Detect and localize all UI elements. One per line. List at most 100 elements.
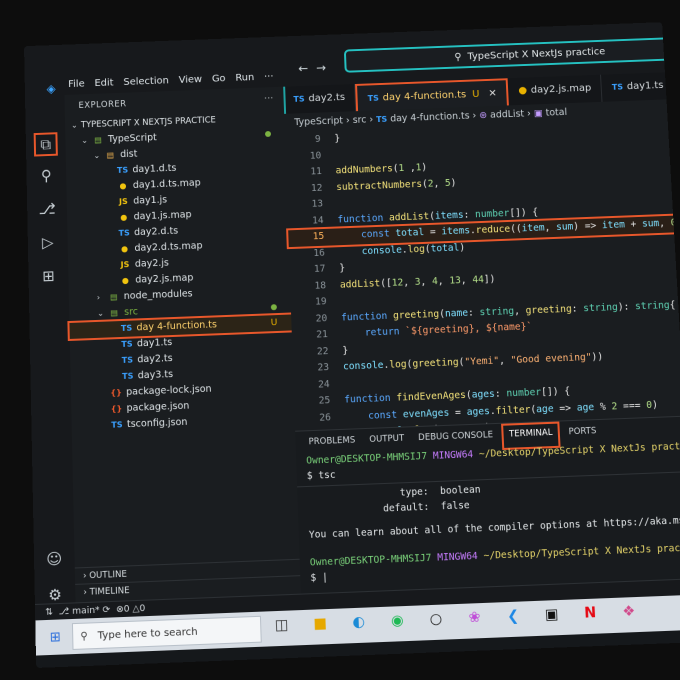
search-icon: ⚲ [454, 51, 462, 63]
chevron-down-icon: ⌄ [93, 151, 101, 161]
breadcrumb-typescript[interactable]: TypeScript [294, 116, 343, 129]
tree-item-label: day2.d.ts.map [134, 240, 203, 254]
typescript-file-icon: TS [367, 93, 379, 103]
file-explorer-icon[interactable]: ■ [310, 615, 331, 632]
chevron-right-icon: › [96, 292, 101, 303]
forward-arrow-icon[interactable]: → [316, 61, 334, 75]
tree-item-label: day1.js [133, 194, 168, 207]
windows-start-icon[interactable]: ⊞ [50, 630, 65, 646]
chevron-down-icon: ⌄ [97, 308, 105, 318]
json-file-icon: {} [110, 388, 122, 398]
search-icon[interactable]: ⚲ [36, 165, 56, 185]
bottom-panel: PROBLEMS OUTPUT DEBUG CONSOLE TERMINAL P… [295, 415, 680, 595]
more-actions-icon[interactable]: ··· [264, 87, 274, 111]
warning-count[interactable]: 0 [139, 604, 145, 615]
line-number: 19 [314, 296, 327, 308]
tree-item-label: src [124, 306, 139, 318]
vscode-taskbar-icon[interactable]: ❮ [503, 608, 524, 625]
menu-view[interactable]: View [179, 74, 203, 86]
tab-day2-js-map[interactable]: ● day2.js.map [507, 74, 603, 106]
tab-ports[interactable]: PORTS [563, 420, 602, 444]
tree-item-label: dist [120, 148, 138, 161]
breadcrumb-function[interactable]: addList [490, 109, 525, 121]
tab-debug-console[interactable]: DEBUG CONSOLE [413, 424, 499, 449]
line-number: 14 [311, 214, 324, 226]
extensions-icon[interactable]: ⊞ [38, 266, 58, 287]
menu-selection[interactable]: Selection [123, 76, 169, 88]
code-text: console.log(total) [361, 241, 466, 257]
tree-item-label: day2.ts [137, 353, 173, 366]
menu-more[interactable]: ··· [264, 72, 274, 83]
line-number: 20 [315, 312, 328, 325]
json-file-icon: {} [110, 404, 123, 414]
map-file-icon: ● [120, 212, 128, 222]
modified-dot-icon [264, 130, 272, 138]
netflix-icon[interactable]: N [580, 605, 601, 622]
code-text: subtractNumbers(2, 5) [336, 177, 457, 193]
node-folder-icon: ▤ [109, 292, 118, 302]
taskbar-search-placeholder: Type here to search [97, 626, 198, 642]
menu-run[interactable]: Run [235, 72, 254, 83]
error-count[interactable]: 0 [124, 604, 130, 615]
code-editor[interactable]: 9} 10 11 addNumbers(1 ,1) 12 subtractNumbers(… [284, 118, 680, 473]
explorer-title-label: EXPLORER [78, 99, 127, 111]
code-text: addNumbers(1 ,1) [335, 162, 428, 177]
breadcrumb-src[interactable]: src [353, 115, 367, 126]
tab-problems[interactable]: PROBLEMS [303, 429, 361, 453]
variable-symbol-icon: ▣ [533, 108, 543, 120]
line-number: 18 [314, 279, 327, 292]
prompt-shell: MINGW64 [437, 550, 479, 564]
close-icon[interactable]: ✕ [488, 88, 497, 99]
back-arrow-icon[interactable]: ← [298, 61, 316, 75]
sync-icon[interactable]: ⟳ [102, 605, 110, 616]
menu-go[interactable]: Go [212, 73, 226, 84]
remote-icon[interactable]: ⇅ [45, 607, 53, 618]
menu-edit[interactable]: Edit [94, 78, 113, 89]
run-debug-icon[interactable]: ▷ [38, 232, 58, 252]
command-center-search[interactable]: ⚲ TypeScript X NextJs practice [343, 37, 670, 73]
prompt-shell: MINGW64 [432, 449, 474, 462]
menu-file[interactable]: File [68, 79, 85, 90]
spotify-icon[interactable]: ◉ [387, 612, 408, 629]
task-view-icon[interactable]: ◫ [271, 617, 292, 634]
line-number: 24 [317, 378, 330, 391]
typescript-file-icon: TS [118, 228, 130, 238]
explorer-icon[interactable]: ⧉ [33, 132, 58, 157]
app-icon[interactable]: ❖ [618, 603, 639, 620]
source-control-icon[interactable]: ⎇ [37, 199, 57, 219]
typescript-file-icon: TS [122, 371, 134, 381]
vscode-logo-icon: ◈ [46, 81, 56, 96]
javascript-file-icon: JS [118, 197, 128, 207]
typescript-file-icon: TS [116, 165, 129, 175]
account-icon[interactable]: ☺ [44, 548, 65, 569]
taskbar-search[interactable]: ⚲ Type here to search [71, 615, 262, 650]
tree-item-label: day1.js.map [133, 209, 192, 223]
line-number: 11 [310, 166, 323, 178]
line-number: 10 [309, 150, 322, 162]
capcut-icon[interactable]: ▣ [541, 606, 562, 623]
untracked-badge: U [472, 89, 480, 100]
line-number: 13 [311, 198, 324, 210]
tsconfig-file-icon: TS [111, 420, 123, 430]
typescript-file-icon: TS [293, 94, 305, 104]
function-symbol-icon: ⊛ [479, 110, 488, 122]
tree-item-label: day2.d.ts [133, 225, 179, 239]
tree-item-label: node_modules [123, 288, 193, 302]
tab-day1-ts[interactable]: TS day1.ts [601, 71, 676, 102]
branch-icon: ⎇ [58, 606, 70, 618]
tree-item-label: tsconfig.json [126, 416, 188, 431]
app-icon[interactable]: ○ [425, 611, 446, 628]
branch-name[interactable]: main* [72, 606, 100, 617]
edge-browser-icon[interactable]: ◐ [348, 614, 369, 631]
tab-day2-ts[interactable]: TS day2.ts [283, 83, 357, 114]
tab-output[interactable]: OUTPUT [364, 427, 410, 451]
map-file-icon: ● [121, 275, 129, 286]
copilot-icon[interactable]: ❀ [464, 609, 485, 626]
timeline-label: TIMELINE [89, 585, 130, 598]
tree-item-label: day1.d.ts.map [132, 177, 201, 191]
node-folder-icon: ▤ [94, 135, 102, 145]
line-number: 9 [314, 133, 321, 145]
breadcrumb-variable[interactable]: total [545, 107, 567, 119]
javascript-file-icon: JS [120, 260, 130, 270]
breadcrumb-file[interactable]: day 4-function.ts [390, 111, 470, 125]
